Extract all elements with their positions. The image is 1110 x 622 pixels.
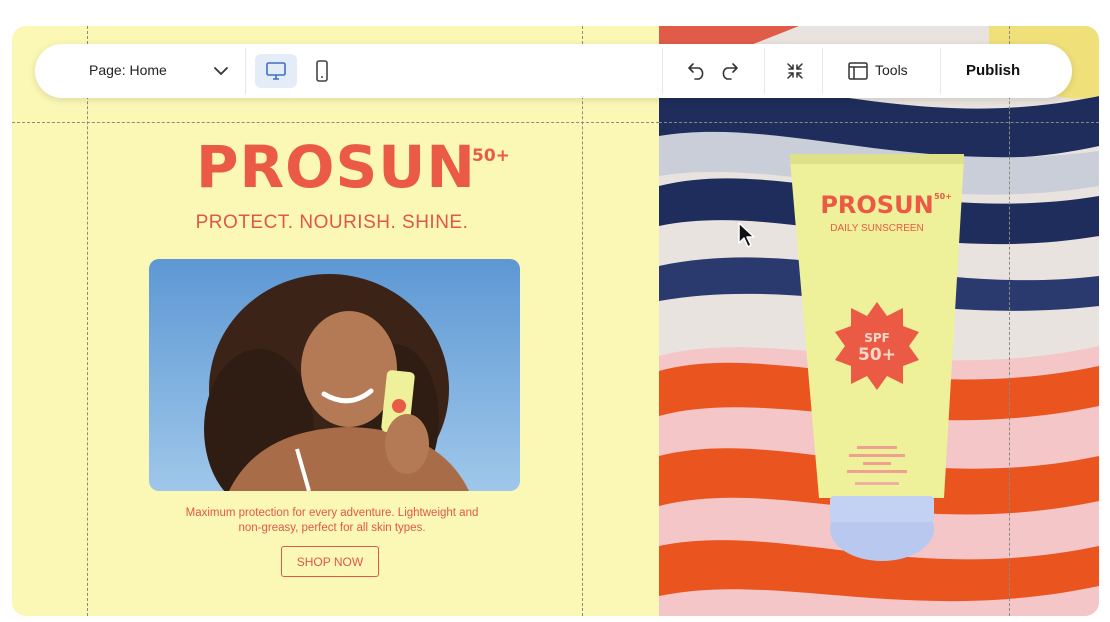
site-left-panel: PROSUN 50+ PROTECT. NOURISH. SHINE. Maxi… [12,26,659,616]
tube-subtitle: DAILY SUNSCREEN [830,223,924,234]
layout-guide [1009,26,1010,616]
mobile-icon [316,60,328,82]
tagline[interactable]: PROTECT. NOURISH. SHINE. [12,212,652,234]
toolbar-divider [764,48,765,94]
redo-button[interactable] [715,58,743,84]
chevron-down-icon[interactable] [209,61,233,81]
page-selector-label[interactable]: Page: Home [89,62,167,78]
spf-value: 50+ [858,345,896,365]
undo-icon [688,63,704,80]
tools-icon[interactable] [846,60,870,82]
toolbar-divider [822,48,823,94]
toolbar-divider [940,48,941,94]
layout-guide [659,122,1099,123]
shop-now-button[interactable]: SHOP NOW [281,546,379,577]
redo-icon [722,63,738,80]
desktop-icon [266,62,286,80]
brand-logo-superscript: 50+ [472,146,510,166]
collapse-button[interactable] [781,58,809,84]
hero-image[interactable] [149,259,520,491]
layout-guide [582,26,583,616]
product-description[interactable]: Maximum protection for every adventure. … [182,506,482,536]
tube-brand-superscript: 50+ [934,192,952,201]
undo-button[interactable] [683,58,711,84]
toolbar-divider [245,48,246,94]
toolbar-divider [662,48,663,94]
editor-toolbar: Page: Home Tools Publish [35,44,1072,98]
desktop-view-button[interactable] [255,54,297,88]
layout-guide [87,26,88,616]
spf-label: SPF [864,331,890,345]
layout-guide [12,122,659,123]
mobile-view-button[interactable] [307,56,337,86]
brand-logo[interactable]: PROSUN [196,138,476,196]
tube-brand: PROSUN [820,191,933,219]
collapse-icon [787,63,803,79]
cursor-icon [737,221,759,254]
editor-canvas: PROSUN 50+ PROTECT. NOURISH. SHINE. Maxi… [12,26,1099,616]
tools-button-label[interactable]: Tools [875,62,908,78]
product-image[interactable]: PROSUN 50+ DAILY SUNSCREEN SPF 50+ [659,26,1099,616]
publish-button[interactable]: Publish [966,62,1020,79]
